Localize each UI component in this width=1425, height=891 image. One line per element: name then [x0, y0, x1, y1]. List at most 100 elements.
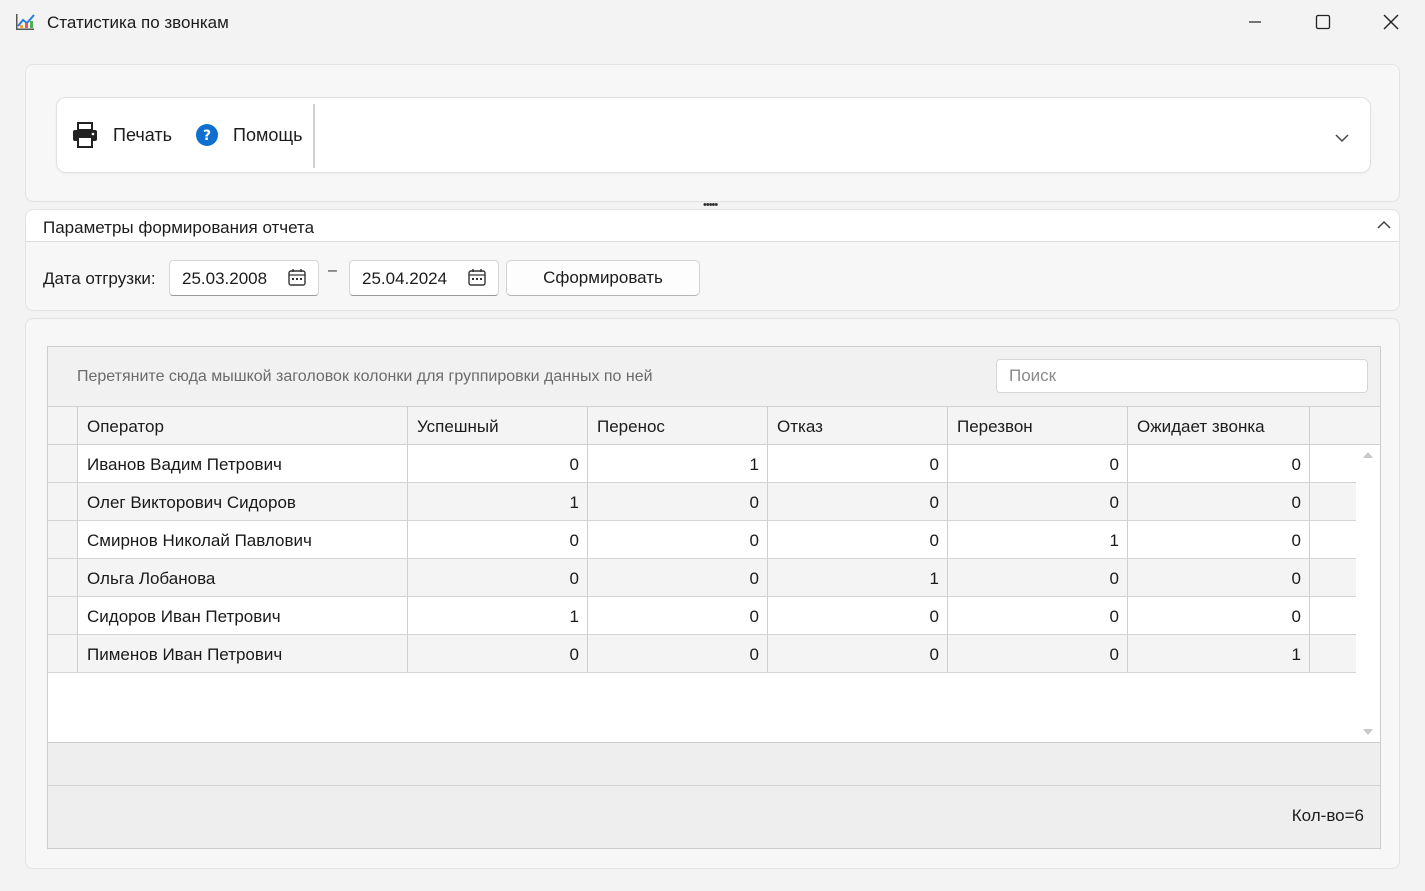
column-header-postponed[interactable]: Перенос [588, 407, 768, 444]
cell-operator: Иванов Вадим Петрович [78, 445, 408, 482]
window-title: Статистика по звонкам [47, 13, 229, 32]
column-header-refused[interactable]: Отказ [768, 407, 948, 444]
generate-report-button[interactable]: Сформировать [506, 260, 700, 296]
cell-postponed: 0 [588, 521, 768, 558]
cell-successful: 0 [408, 635, 588, 672]
scroll-up-arrow-icon[interactable] [1362, 451, 1374, 459]
cell-postponed: 0 [588, 635, 768, 672]
cell-postponed: 0 [588, 597, 768, 634]
column-header-awaiting-call[interactable]: Ожидает звонка [1128, 407, 1310, 444]
cell-callback: 0 [948, 483, 1128, 520]
printer-icon [73, 122, 97, 148]
grid-header-row: Оператор Успешный Перенос Отказ Перезвон… [48, 407, 1380, 445]
table-row[interactable]: Ольга Лобанова 0 0 1 0 0 [48, 559, 1356, 597]
cell-callback: 0 [948, 559, 1128, 596]
row-indicator[interactable] [48, 521, 78, 558]
cell-operator: Смирнов Николай Павлович [78, 521, 408, 558]
grid-footer: Кол-во=6 [48, 786, 1380, 848]
date-from-value: 25.03.2008 [182, 269, 268, 288]
print-label: Печать [113, 124, 172, 145]
close-icon [1383, 14, 1399, 30]
cell-successful: 0 [408, 559, 588, 596]
report-params-panel: Параметры формирования отчета Дата отгру… [25, 209, 1400, 311]
help-icon: ? [196, 124, 218, 146]
cell-refused: 0 [768, 635, 948, 672]
maximize-icon [1315, 14, 1331, 30]
chevron-up-icon[interactable] [1375, 218, 1393, 232]
row-indicator[interactable] [48, 445, 78, 482]
title-bar: Статистика по звонкам [0, 0, 1425, 46]
table-row[interactable]: Пименов Иван Петрович 0 0 0 0 1 [48, 635, 1356, 673]
data-grid: Перетяните сюда мышкой заголовок колонки… [47, 346, 1381, 849]
print-button[interactable]: Печать [71, 98, 172, 172]
table-row[interactable]: Смирнов Николай Павлович 0 0 0 1 0 [48, 521, 1356, 559]
calendar-icon[interactable] [467, 267, 487, 287]
svg-text:?: ? [203, 128, 211, 144]
group-panel[interactable]: Перетяните сюда мышкой заголовок колонки… [48, 347, 1380, 407]
maximize-button[interactable] [1290, 0, 1356, 44]
cell-awaiting-call: 0 [1128, 445, 1310, 482]
chart-app-icon [16, 14, 35, 30]
minimize-icon [1249, 21, 1261, 23]
table-row[interactable]: Иванов Вадим Петрович 0 1 0 0 0 [48, 445, 1356, 483]
date-to-value: 25.04.2024 [362, 269, 448, 288]
column-header-operator[interactable]: Оператор [78, 407, 408, 444]
table-row[interactable]: Олег Викторович Сидоров 1 0 0 0 0 [48, 483, 1356, 521]
date-range-dash: – [328, 262, 337, 279]
row-indicator-header [48, 407, 78, 444]
help-button[interactable]: ? Помощь [195, 98, 303, 172]
cell-postponed: 1 [588, 445, 768, 482]
cell-callback: 0 [948, 445, 1128, 482]
minimize-button[interactable] [1222, 0, 1288, 44]
row-indicator[interactable] [48, 635, 78, 672]
date-from-field[interactable]: 25.03.2008 [169, 260, 319, 296]
cell-awaiting-call: 0 [1128, 483, 1310, 520]
close-button[interactable] [1358, 0, 1424, 44]
cell-awaiting-call: 0 [1128, 559, 1310, 596]
toolbar: Печать ? Помощь [56, 97, 1371, 173]
cell-successful: 0 [408, 521, 588, 558]
cell-refused: 0 [768, 597, 948, 634]
grid-summary-row [48, 742, 1380, 786]
cell-postponed: 0 [588, 483, 768, 520]
cell-refused: 1 [768, 559, 948, 596]
params-header[interactable]: Параметры формирования отчета [26, 210, 1399, 242]
date-label: Дата отгрузки: [43, 269, 156, 288]
table-row[interactable]: Сидоров Иван Петрович 1 0 0 0 0 [48, 597, 1356, 635]
search-input[interactable] [996, 359, 1368, 393]
toolbar-separator [313, 104, 315, 168]
cell-postponed: 0 [588, 559, 768, 596]
cell-refused: 0 [768, 445, 948, 482]
cell-operator: Сидоров Иван Петрович [78, 597, 408, 634]
cell-refused: 0 [768, 521, 948, 558]
cell-successful: 1 [408, 597, 588, 634]
calendar-icon[interactable] [287, 267, 307, 287]
column-header-callback[interactable]: Перезвон [948, 407, 1128, 444]
cell-awaiting-call: 1 [1128, 635, 1310, 672]
ribbon-panel: Печать ? Помощь [25, 64, 1400, 202]
grid-panel: Перетяните сюда мышкой заголовок колонки… [25, 318, 1400, 869]
group-hint: Перетяните сюда мышкой заголовок колонки… [77, 368, 653, 385]
row-indicator[interactable] [48, 483, 78, 520]
cell-callback: 1 [948, 521, 1128, 558]
row-indicator[interactable] [48, 559, 78, 596]
help-label: Помощь [233, 124, 303, 145]
cell-callback: 0 [948, 635, 1128, 672]
cell-successful: 0 [408, 445, 588, 482]
date-to-field[interactable]: 25.04.2024 [349, 260, 499, 296]
row-count: Кол-во=6 [1291, 806, 1364, 825]
cell-successful: 1 [408, 483, 588, 520]
vertical-scrollbar[interactable] [1356, 445, 1380, 742]
column-header-successful[interactable]: Успешный [408, 407, 588, 444]
cell-callback: 0 [948, 597, 1128, 634]
cell-operator: Пименов Иван Петрович [78, 635, 408, 672]
row-indicator[interactable] [48, 597, 78, 634]
cell-awaiting-call: 0 [1128, 597, 1310, 634]
chevron-down-icon[interactable] [1331, 128, 1353, 148]
grid-body: Иванов Вадим Петрович 0 1 0 0 0 Олег Вик… [48, 445, 1356, 742]
scroll-down-arrow-icon[interactable] [1362, 728, 1374, 736]
cell-operator: Олег Викторович Сидоров [78, 483, 408, 520]
cell-awaiting-call: 0 [1128, 521, 1310, 558]
params-title: Параметры формирования отчета [43, 218, 315, 237]
cell-operator: Ольга Лобанова [78, 559, 408, 596]
